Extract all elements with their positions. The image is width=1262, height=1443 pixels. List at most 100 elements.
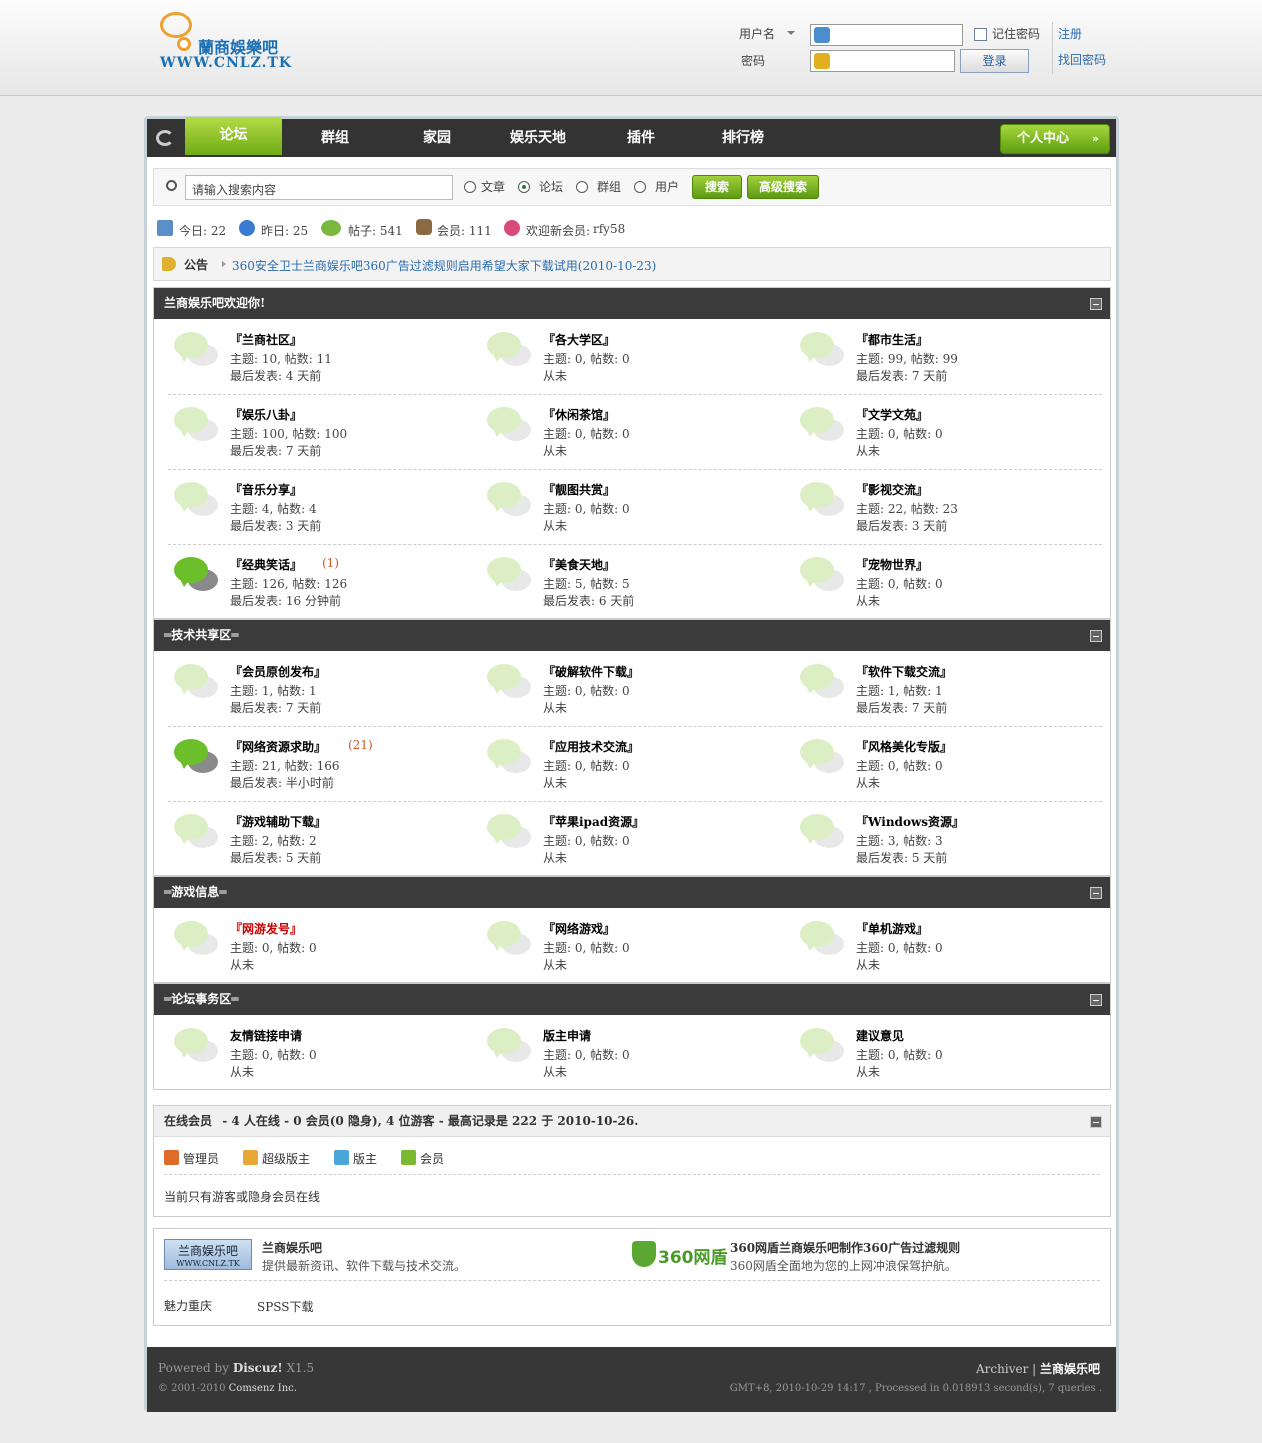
forum-item[interactable]: 『风格美化专版』 主题: 0, 帖数: 0 从未	[790, 727, 1102, 801]
forum-name[interactable]: 『苹果ipad资源』	[543, 813, 644, 830]
forum-name[interactable]: 『娱乐八卦』	[230, 406, 302, 423]
forum-item[interactable]: 『单机游戏』 主题: 0, 帖数: 0 从未	[790, 909, 1102, 983]
forum-item[interactable]: 『文学文苑』 主题: 0, 帖数: 0 从未	[790, 395, 1102, 469]
forum-item[interactable]: 『会员原创发布』 主题: 1, 帖数: 1 最后发表: 7 天前	[164, 652, 476, 726]
forum-item[interactable]: 『休闲茶馆』 主题: 0, 帖数: 0 从未	[477, 395, 789, 469]
radio-group[interactable]	[576, 181, 588, 193]
radio-article[interactable]	[464, 181, 476, 193]
forum-item[interactable]: 『靓图共赏』 主题: 0, 帖数: 0 从未	[477, 470, 789, 544]
forum-name[interactable]: 『单机游戏』	[856, 920, 928, 937]
forum-name[interactable]: 『风格美化专版』	[856, 738, 952, 755]
nav-item-plugins[interactable]: 插件	[627, 127, 655, 147]
forum-name[interactable]: 『会员原创发布』	[230, 663, 326, 680]
forum-name[interactable]: 『都市生活』	[856, 331, 928, 348]
forum-name[interactable]: 『宠物世界』	[856, 556, 928, 573]
forum-item[interactable]: 『应用技术交流』 主题: 0, 帖数: 0 从未	[477, 727, 789, 801]
logo-url[interactable]: WWW.CNLZ.TK	[160, 55, 292, 71]
forum-item[interactable]: 『网络游戏』 主题: 0, 帖数: 0 从未	[477, 909, 789, 983]
nav-item-entertainment[interactable]: 娱乐天地	[510, 127, 566, 147]
forum-item[interactable]: 『兰商社区』 主题: 10, 帖数: 11 最后发表: 4 天前	[164, 320, 476, 394]
forum-name[interactable]: 『兰商社区』	[230, 331, 302, 348]
forum-item[interactable]: 『各大学区』 主题: 0, 帖数: 0 从未	[477, 320, 789, 394]
forum-item[interactable]: 『宠物世界』 主题: 0, 帖数: 0 从未	[790, 545, 1102, 619]
forum-name[interactable]: 『软件下载交流』	[856, 663, 952, 680]
radio-forum[interactable]	[518, 181, 530, 193]
collapse-icon[interactable]	[1090, 630, 1102, 642]
site2-logo-text[interactable]: 360网盾	[658, 1243, 728, 1268]
forum-bubble-icon	[174, 557, 220, 601]
collapse-icon[interactable]	[1090, 887, 1102, 899]
forum-item[interactable]: 『影视交流』 主题: 22, 帖数: 23 最后发表: 3 天前	[790, 470, 1102, 544]
text-link-1[interactable]: 魅力重庆	[164, 1297, 212, 1314]
remember-checkbox[interactable]	[974, 28, 987, 41]
username-input[interactable]	[810, 24, 963, 46]
forum-item[interactable]: 『Windows资源』 主题: 3, 帖数: 3 最后发表: 5 天前	[790, 802, 1102, 876]
forum-item[interactable]: 『都市生活』 主题: 99, 帖数: 99 最后发表: 7 天前	[790, 320, 1102, 394]
forum-name[interactable]: 『休闲茶馆』	[543, 406, 615, 423]
advanced-search-button[interactable]: 高级搜索	[747, 175, 819, 199]
forum-item[interactable]: 『苹果ipad资源』 主题: 0, 帖数: 0 从未	[477, 802, 789, 876]
newmember-link[interactable]: rfy58	[593, 222, 625, 236]
forum-name[interactable]: 『应用技术交流』	[543, 738, 639, 755]
discuz-link[interactable]: Discuz!	[233, 1361, 283, 1375]
radio-user[interactable]	[634, 181, 646, 193]
forum-item[interactable]: 版主申请 主题: 0, 帖数: 0 从未	[477, 1016, 789, 1090]
section-title[interactable]: ═技术共享区═	[154, 620, 1110, 651]
nav-item-ranking[interactable]: 排行榜	[722, 127, 764, 147]
collapse-icon[interactable]	[1090, 994, 1102, 1006]
forum-last-post: 从未	[543, 519, 568, 533]
forum-name[interactable]: 『文学文苑』	[856, 406, 928, 423]
section-title[interactable]: ═游戏信息═	[154, 877, 1110, 908]
forum-item[interactable]: 『经典笑话』 (1) 主题: 126, 帖数: 126 最后发表: 16 分钟前	[164, 545, 476, 619]
section-title[interactable]: 兰商娱乐吧欢迎你!	[154, 288, 1110, 319]
forum-name[interactable]: 『音乐分享』	[230, 481, 302, 498]
forum-item[interactable]: 建议意见 主题: 0, 帖数: 0 从未	[790, 1016, 1102, 1090]
forum-item[interactable]: 『音乐分享』 主题: 4, 帖数: 4 最后发表: 3 天前	[164, 470, 476, 544]
link-site1-name[interactable]: 兰商娱乐吧	[262, 1239, 322, 1256]
password-input[interactable]	[810, 50, 955, 72]
nav-item-forum[interactable]: 论坛	[185, 117, 282, 155]
text-link-2[interactable]: SPSS下载	[257, 1298, 314, 1315]
register-link[interactable]: 注册	[1058, 25, 1082, 42]
forum-name[interactable]: 『网游发号』	[230, 920, 302, 937]
forum-item[interactable]: 『网络资源求助』 (21) 主题: 21, 帖数: 166 最后发表: 半小时前	[164, 727, 476, 801]
nav-item-groups[interactable]: 群组	[321, 127, 349, 147]
refresh-icon[interactable]	[156, 130, 174, 146]
forum-name[interactable]: 『游戏辅助下载』	[230, 813, 326, 830]
announcement-link[interactable]: 360安全卫士兰商娱乐吧360广告过滤规则启用希望大家下载试用(2010-10-…	[232, 257, 656, 274]
forum-name[interactable]: 『网络资源求助』	[230, 738, 326, 755]
forum-name[interactable]: 『经典笑话』	[230, 556, 302, 573]
comsenz-link[interactable]: Comsenz Inc.	[229, 1383, 297, 1394]
user-center-button[interactable]: 个人中心 »	[1000, 124, 1110, 154]
footer-site-link[interactable]: 兰商娱乐吧	[1040, 1362, 1100, 1376]
forum-item[interactable]: 『网游发号』 主题: 0, 帖数: 0 从未	[164, 909, 476, 983]
chevron-down-icon[interactable]	[787, 31, 795, 35]
forum-name[interactable]: 『各大学区』	[543, 331, 615, 348]
forum-name[interactable]: 『Windows资源』	[856, 813, 964, 830]
link-site2-name[interactable]: 360网盾兰商娱乐吧制作360广告过滤规则	[730, 1239, 960, 1256]
search-input[interactable]: 请输入搜索内容	[185, 175, 453, 200]
forum-item[interactable]: 『破解软件下载』 主题: 0, 帖数: 0 从未	[477, 652, 789, 726]
forum-name[interactable]: 『网络游戏』	[543, 920, 615, 937]
forum-item[interactable]: 『软件下载交流』 主题: 1, 帖数: 1 最后发表: 7 天前	[790, 652, 1102, 726]
collapse-icon[interactable]	[1090, 1116, 1102, 1128]
nav-item-home[interactable]: 家园	[423, 127, 451, 147]
forum-name[interactable]: 友情链接申请	[230, 1027, 302, 1044]
forum-name[interactable]: 建议意见	[856, 1027, 904, 1044]
forum-item[interactable]: 『娱乐八卦』 主题: 100, 帖数: 100 最后发表: 7 天前	[164, 395, 476, 469]
forgot-password-link[interactable]: 找回密码	[1058, 51, 1106, 68]
forum-item[interactable]: 『美食天地』 主题: 5, 帖数: 5 最后发表: 6 天前	[477, 545, 789, 619]
forum-item[interactable]: 友情链接申请 主题: 0, 帖数: 0 从未	[164, 1016, 476, 1090]
search-button[interactable]: 搜索	[692, 175, 742, 199]
forum-name[interactable]: 『美食天地』	[543, 556, 615, 573]
section-title[interactable]: ═论坛事务区═	[154, 984, 1110, 1015]
collapse-icon[interactable]	[1090, 298, 1102, 310]
forum-name[interactable]: 『影视交流』	[856, 481, 928, 498]
forum-name[interactable]: 『破解软件下载』	[543, 663, 639, 680]
forum-name[interactable]: 版主申请	[543, 1027, 591, 1044]
archiver-link[interactable]: Archiver	[976, 1362, 1028, 1376]
site-logo-banner[interactable]: 兰商娱乐吧 WWW.CNLZ.TK	[164, 1239, 252, 1270]
forum-item[interactable]: 『游戏辅助下载』 主题: 2, 帖数: 2 最后发表: 5 天前	[164, 802, 476, 876]
login-button[interactable]: 登录	[960, 49, 1029, 73]
forum-name[interactable]: 『靓图共赏』	[543, 481, 615, 498]
